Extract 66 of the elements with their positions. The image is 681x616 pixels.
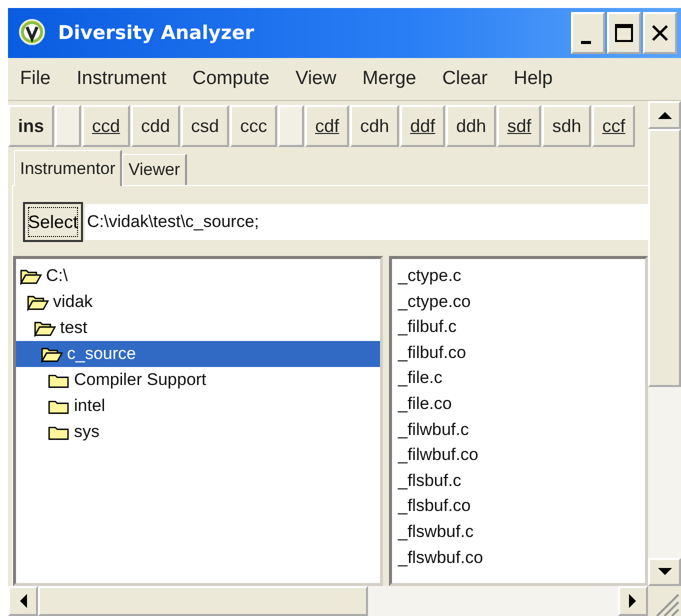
tree-item[interactable]: Compiler Support	[16, 367, 206, 393]
tree-item[interactable]: sys	[16, 419, 100, 445]
toolbar-button[interactable]: sdf	[497, 105, 542, 147]
scroll-up-button[interactable]	[648, 101, 681, 129]
left-arrow-icon	[18, 593, 28, 609]
scroll-thumb[interactable]	[648, 129, 681, 387]
tree-item[interactable]: c_source	[16, 341, 380, 367]
up-arrow-icon	[656, 110, 672, 120]
toolbar-button[interactable]: ddf	[400, 105, 446, 147]
toolbar-button[interactable]: csd	[181, 105, 230, 147]
menu-item[interactable]: File	[20, 68, 51, 90]
app-icon	[18, 19, 46, 47]
minimize-button[interactable]	[571, 12, 605, 54]
maximize-button[interactable]	[607, 12, 641, 54]
tree-item[interactable]: C:\	[16, 263, 68, 289]
open-folder-icon	[20, 267, 42, 285]
toolbar-button[interactable]: sdh	[542, 105, 592, 147]
toolbar-button[interactable]: ccd	[82, 105, 130, 147]
list-entry[interactable]: _filbuf.c	[398, 314, 457, 340]
list-entry[interactable]: _ctype.c	[398, 263, 462, 289]
list-entry[interactable]: _ctype.co	[398, 288, 471, 314]
toolbar-button[interactable]: ccf	[592, 105, 636, 147]
tab[interactable]: Viewer	[122, 154, 188, 185]
tree-item[interactable]: vidak	[16, 289, 93, 315]
list-entry[interactable]: _flswbuf.c	[398, 518, 474, 545]
scroll-left-button[interactable]	[8, 586, 38, 616]
close-icon	[650, 23, 670, 43]
scroll-thumb[interactable]	[38, 586, 368, 616]
menu-item[interactable]: Compute	[192, 68, 270, 90]
menu-item[interactable]: Help	[514, 68, 553, 90]
horizontal-scrollbar[interactable]	[8, 586, 648, 616]
toolbar-button[interactable]: ddh	[446, 105, 496, 147]
menu-item[interactable]: Merge	[362, 68, 416, 90]
close-button[interactable]	[643, 12, 677, 54]
list-entry[interactable]: _flsbuf.c	[398, 468, 462, 494]
maximize-icon	[614, 23, 634, 43]
open-folder-icon	[41, 345, 63, 363]
open-folder-icon	[34, 319, 56, 337]
select-button[interactable]: Select	[23, 202, 84, 242]
minimize-icon	[581, 40, 591, 44]
path-field[interactable]: C:\vidak\test\c_source;	[85, 204, 648, 240]
scroll-right-button[interactable]	[618, 586, 648, 616]
list-entry[interactable]: _file.c	[398, 365, 442, 391]
toolbar-button[interactable]: cdf	[305, 105, 350, 147]
down-arrow-icon	[656, 567, 672, 577]
list-entry[interactable]: _filbuf.co	[398, 340, 466, 366]
vertical-scrollbar[interactable]	[648, 101, 681, 586]
menu-item[interactable]: Clear	[442, 68, 488, 90]
window-title: Diversity Analyzer	[58, 22, 256, 44]
toolbar-button[interactable]: cdd	[131, 105, 180, 147]
tree-item[interactable]: intel	[16, 393, 106, 419]
tab[interactable]: Instrumentor	[14, 150, 122, 186]
toolbar-button[interactable]: cdh	[350, 105, 400, 147]
list-entry[interactable]: _file.co	[398, 390, 452, 417]
tree-item[interactable]: test	[16, 315, 88, 341]
right-arrow-icon	[628, 593, 638, 609]
open-folder-icon	[27, 293, 49, 311]
list-entry[interactable]: _filwbuf.co	[398, 442, 478, 468]
scroll-down-button[interactable]	[648, 558, 681, 586]
list-entry[interactable]: _filwbuf.c	[398, 416, 469, 442]
toolbar-button[interactable]: ins	[8, 105, 54, 147]
list-entry[interactable]: _flswbuf.co	[398, 544, 484, 570]
menu-item[interactable]: Instrument	[76, 68, 166, 90]
list-entry[interactable]: _flsbuf.co	[398, 493, 471, 519]
menu-item[interactable]: View	[296, 68, 336, 90]
toolbar-button[interactable]: ccc	[230, 105, 278, 147]
